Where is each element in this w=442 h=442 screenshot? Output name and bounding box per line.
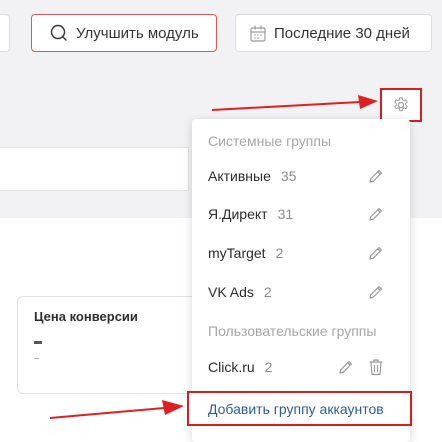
group-count: 2 bbox=[275, 245, 284, 261]
group-name: myTarget bbox=[208, 245, 266, 261]
add-account-group-label: Добавить группу аккаунтов bbox=[208, 400, 384, 417]
search-icon bbox=[50, 24, 67, 41]
improve-module-label: Улучшить модуль bbox=[76, 24, 199, 42]
trash-icon[interactable] bbox=[368, 358, 384, 376]
add-account-group-link[interactable]: Добавить группу аккаунтов bbox=[187, 391, 412, 426]
pencil-icon[interactable] bbox=[367, 284, 384, 301]
annotation-arrow-add-group bbox=[49, 400, 184, 419]
card-value-placeholder bbox=[34, 341, 42, 344]
group-item-active[interactable]: Активные 35 bbox=[208, 164, 394, 188]
group-name: Активные bbox=[208, 168, 271, 184]
filter-panel-strip bbox=[0, 147, 189, 191]
group-item-vk-ads[interactable]: VK Ads 2 bbox=[208, 280, 394, 304]
card-title: Цена конверсии bbox=[34, 309, 138, 324]
pencil-icon[interactable] bbox=[367, 245, 384, 262]
pencil-icon[interactable] bbox=[337, 359, 354, 376]
group-count: 2 bbox=[263, 284, 272, 300]
group-name: VK Ads bbox=[208, 284, 254, 300]
group-name: Click.ru bbox=[208, 359, 255, 375]
group-item-click-ru[interactable]: Click.ru 2 bbox=[208, 355, 394, 379]
group-item-yandex-direct[interactable]: Я.Директ 31 bbox=[208, 202, 394, 226]
calendar-icon bbox=[250, 24, 266, 42]
period-label: Последние 30 дней bbox=[274, 24, 410, 42]
pencil-icon[interactable] bbox=[367, 168, 384, 185]
conversion-cost-card: Цена конверсии bbox=[17, 296, 207, 394]
toolbar-button-partial[interactable] bbox=[0, 14, 10, 52]
card-sub-placeholder bbox=[34, 358, 39, 359]
group-item-mytarget[interactable]: myTarget 2 bbox=[208, 241, 394, 265]
user-groups-header: Пользовательские группы bbox=[208, 323, 377, 339]
group-name: Я.Директ bbox=[208, 206, 268, 222]
pencil-icon[interactable] bbox=[367, 206, 384, 223]
group-count: 2 bbox=[264, 359, 273, 375]
annotation-arrow-gear bbox=[211, 95, 378, 111]
group-count: 31 bbox=[277, 206, 294, 222]
gear-icon bbox=[394, 97, 408, 112]
period-selector[interactable]: Последние 30 дней bbox=[235, 14, 432, 52]
system-groups-header: Системные группы bbox=[208, 133, 332, 149]
improve-module-button[interactable]: Улучшить модуль bbox=[31, 14, 217, 52]
settings-gear-button[interactable] bbox=[380, 88, 422, 122]
group-count: 35 bbox=[280, 168, 297, 184]
